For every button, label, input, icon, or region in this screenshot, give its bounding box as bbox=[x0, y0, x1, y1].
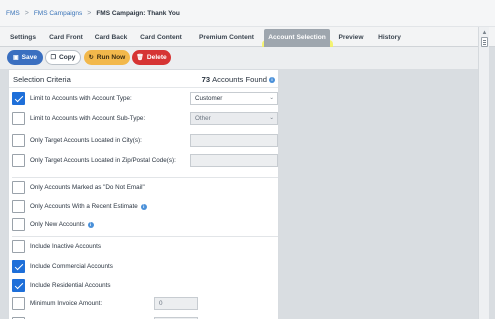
action-toolbar: ▣ Save ❐ Copy ↻ Run Now 🗑 Delete bbox=[0, 47, 478, 69]
criteria-row-account-type: Limit to Accounts with Account Type: Cus… bbox=[12, 91, 278, 107]
criteria-row-do-not-email: Only Accounts Marked as "Do Not Email" bbox=[12, 180, 276, 196]
account-type-label: Limit to Accounts with Account Type: bbox=[30, 95, 132, 102]
criteria-row-inactive: Include Inactive Accounts bbox=[12, 239, 276, 255]
account-subtype-checkbox[interactable] bbox=[12, 112, 25, 125]
tab-premium-content[interactable]: Premium Content bbox=[193, 29, 260, 47]
criteria-row-account-subtype: Limit to Accounts with Account Sub-Type:… bbox=[12, 111, 278, 127]
recent-estimate-label-wrap: Only Accounts With a Recent Estimate i bbox=[30, 203, 147, 210]
copy-button[interactable]: ❐ Copy bbox=[45, 50, 81, 65]
section-divider bbox=[12, 177, 278, 178]
residential-checkbox[interactable] bbox=[12, 279, 25, 292]
breadcrumb-separator: > bbox=[24, 9, 29, 17]
city-input[interactable] bbox=[190, 134, 278, 147]
do-not-email-checkbox[interactable] bbox=[12, 181, 25, 194]
min-invoice-checkbox[interactable] bbox=[12, 297, 25, 310]
account-type-checkbox[interactable] bbox=[12, 92, 25, 105]
accounts-found-count: 73 bbox=[201, 75, 211, 84]
tab-account-selection[interactable]: Account Selection bbox=[264, 29, 330, 47]
info-icon[interactable]: i bbox=[269, 76, 275, 83]
criteria-row-min-invoice: Minimum Invoice Amount: 0 bbox=[12, 296, 276, 312]
run-now-label: Run Now bbox=[96, 54, 126, 61]
info-icon[interactable]: i bbox=[140, 203, 147, 210]
recent-estimate-checkbox[interactable] bbox=[12, 200, 25, 213]
account-subtype-label: Limit to Accounts with Account Sub-Type: bbox=[30, 115, 146, 122]
accounts-found: 73 Accounts Found i bbox=[202, 75, 275, 84]
tab-bar: Settings Card Front Card Back Card Conte… bbox=[0, 27, 495, 47]
tab-history[interactable]: History bbox=[371, 29, 408, 47]
chevron-down-icon: ⌄ bbox=[269, 95, 274, 101]
criteria-row-residential: Include Residential Accounts bbox=[12, 278, 276, 294]
info-icon[interactable]: i bbox=[87, 221, 94, 228]
inactive-label: Include Inactive Accounts bbox=[30, 243, 102, 250]
tab-preview[interactable]: Preview bbox=[333, 29, 369, 47]
criteria-row-zip: Only Target Accounts Located in Zip/Post… bbox=[12, 153, 278, 169]
save-button[interactable]: ▣ Save bbox=[7, 50, 43, 65]
zip-checkbox[interactable] bbox=[12, 154, 25, 167]
account-type-value: Customer bbox=[195, 95, 223, 102]
save-label: Save bbox=[21, 54, 38, 61]
tab-card-content[interactable]: Card Content bbox=[134, 29, 188, 47]
tab-settings[interactable]: Settings bbox=[5, 29, 41, 47]
scroll-up-arrow-icon[interactable]: ▲ bbox=[481, 30, 488, 36]
page-scrollbar[interactable]: ▲ bbox=[478, 27, 489, 319]
new-accounts-label-wrap: Only New Accounts i bbox=[30, 221, 94, 228]
section-divider bbox=[12, 236, 278, 237]
min-invoice-input[interactable]: 0 bbox=[154, 297, 198, 310]
inactive-checkbox[interactable] bbox=[12, 240, 25, 253]
copy-icon: ❐ bbox=[50, 55, 56, 61]
refresh-icon: ↻ bbox=[88, 55, 94, 61]
breadcrumb-current: FMS Campaign: Thank You bbox=[96, 9, 180, 17]
account-type-select[interactable]: Customer ⌄ bbox=[190, 92, 278, 105]
account-subtype-select[interactable]: Other ⌄ bbox=[190, 112, 278, 125]
commercial-label: Include Commercial Accounts bbox=[30, 263, 113, 270]
city-label: Only Target Accounts Located in City(s): bbox=[30, 137, 142, 144]
panel-title: Selection Criteria bbox=[13, 75, 71, 84]
zip-label: Only Target Accounts Located in Zip/Post… bbox=[30, 157, 176, 164]
save-icon: ▣ bbox=[12, 55, 19, 61]
do-not-email-label: Only Accounts Marked as "Do Not Email" bbox=[30, 184, 145, 191]
tab-card-front[interactable]: Card Front bbox=[44, 29, 88, 47]
new-accounts-checkbox[interactable] bbox=[12, 218, 25, 231]
criteria-row-commercial: Include Commercial Accounts bbox=[12, 259, 276, 275]
breadcrumb: FMS > FMS Campaigns > FMS Campaign: Than… bbox=[0, 0, 495, 27]
breadcrumb-fms[interactable]: FMS bbox=[6, 10, 20, 17]
breadcrumb-separator: > bbox=[87, 9, 92, 17]
copy-label: Copy bbox=[58, 54, 76, 61]
residential-label: Include Residential Accounts bbox=[30, 282, 111, 289]
trash-icon: 🗑 bbox=[136, 55, 144, 61]
commercial-checkbox[interactable] bbox=[12, 260, 25, 273]
scroll-thumb[interactable] bbox=[481, 37, 488, 47]
recent-estimate-label: Only Accounts With a Recent Estimate bbox=[30, 203, 138, 210]
chevron-down-icon: ⌄ bbox=[269, 115, 274, 121]
criteria-row-recent-estimate: Only Accounts With a Recent Estimate i bbox=[12, 199, 276, 215]
panel-header: Selection Criteria 73 Accounts Found i bbox=[9, 70, 278, 88]
breadcrumb-fms-campaigns[interactable]: FMS Campaigns bbox=[34, 10, 82, 17]
selection-criteria-panel: Selection Criteria 73 Accounts Found i L… bbox=[8, 69, 279, 319]
account-subtype-value: Other bbox=[195, 115, 211, 122]
delete-button[interactable]: 🗑 Delete bbox=[132, 50, 171, 65]
criteria-row-city: Only Target Accounts Located in City(s): bbox=[12, 133, 278, 149]
accounts-found-label: Accounts Found bbox=[212, 75, 267, 84]
city-checkbox[interactable] bbox=[12, 134, 25, 147]
criteria-row-new-accounts: Only New Accounts i bbox=[12, 217, 276, 233]
delete-label: Delete bbox=[146, 54, 167, 61]
tab-card-back[interactable]: Card Back bbox=[90, 29, 132, 47]
zip-input[interactable] bbox=[190, 154, 278, 167]
min-invoice-label: Minimum Invoice Amount: bbox=[30, 300, 103, 307]
new-accounts-label: Only New Accounts bbox=[30, 221, 85, 228]
run-now-button[interactable]: ↻ Run Now bbox=[84, 50, 130, 65]
